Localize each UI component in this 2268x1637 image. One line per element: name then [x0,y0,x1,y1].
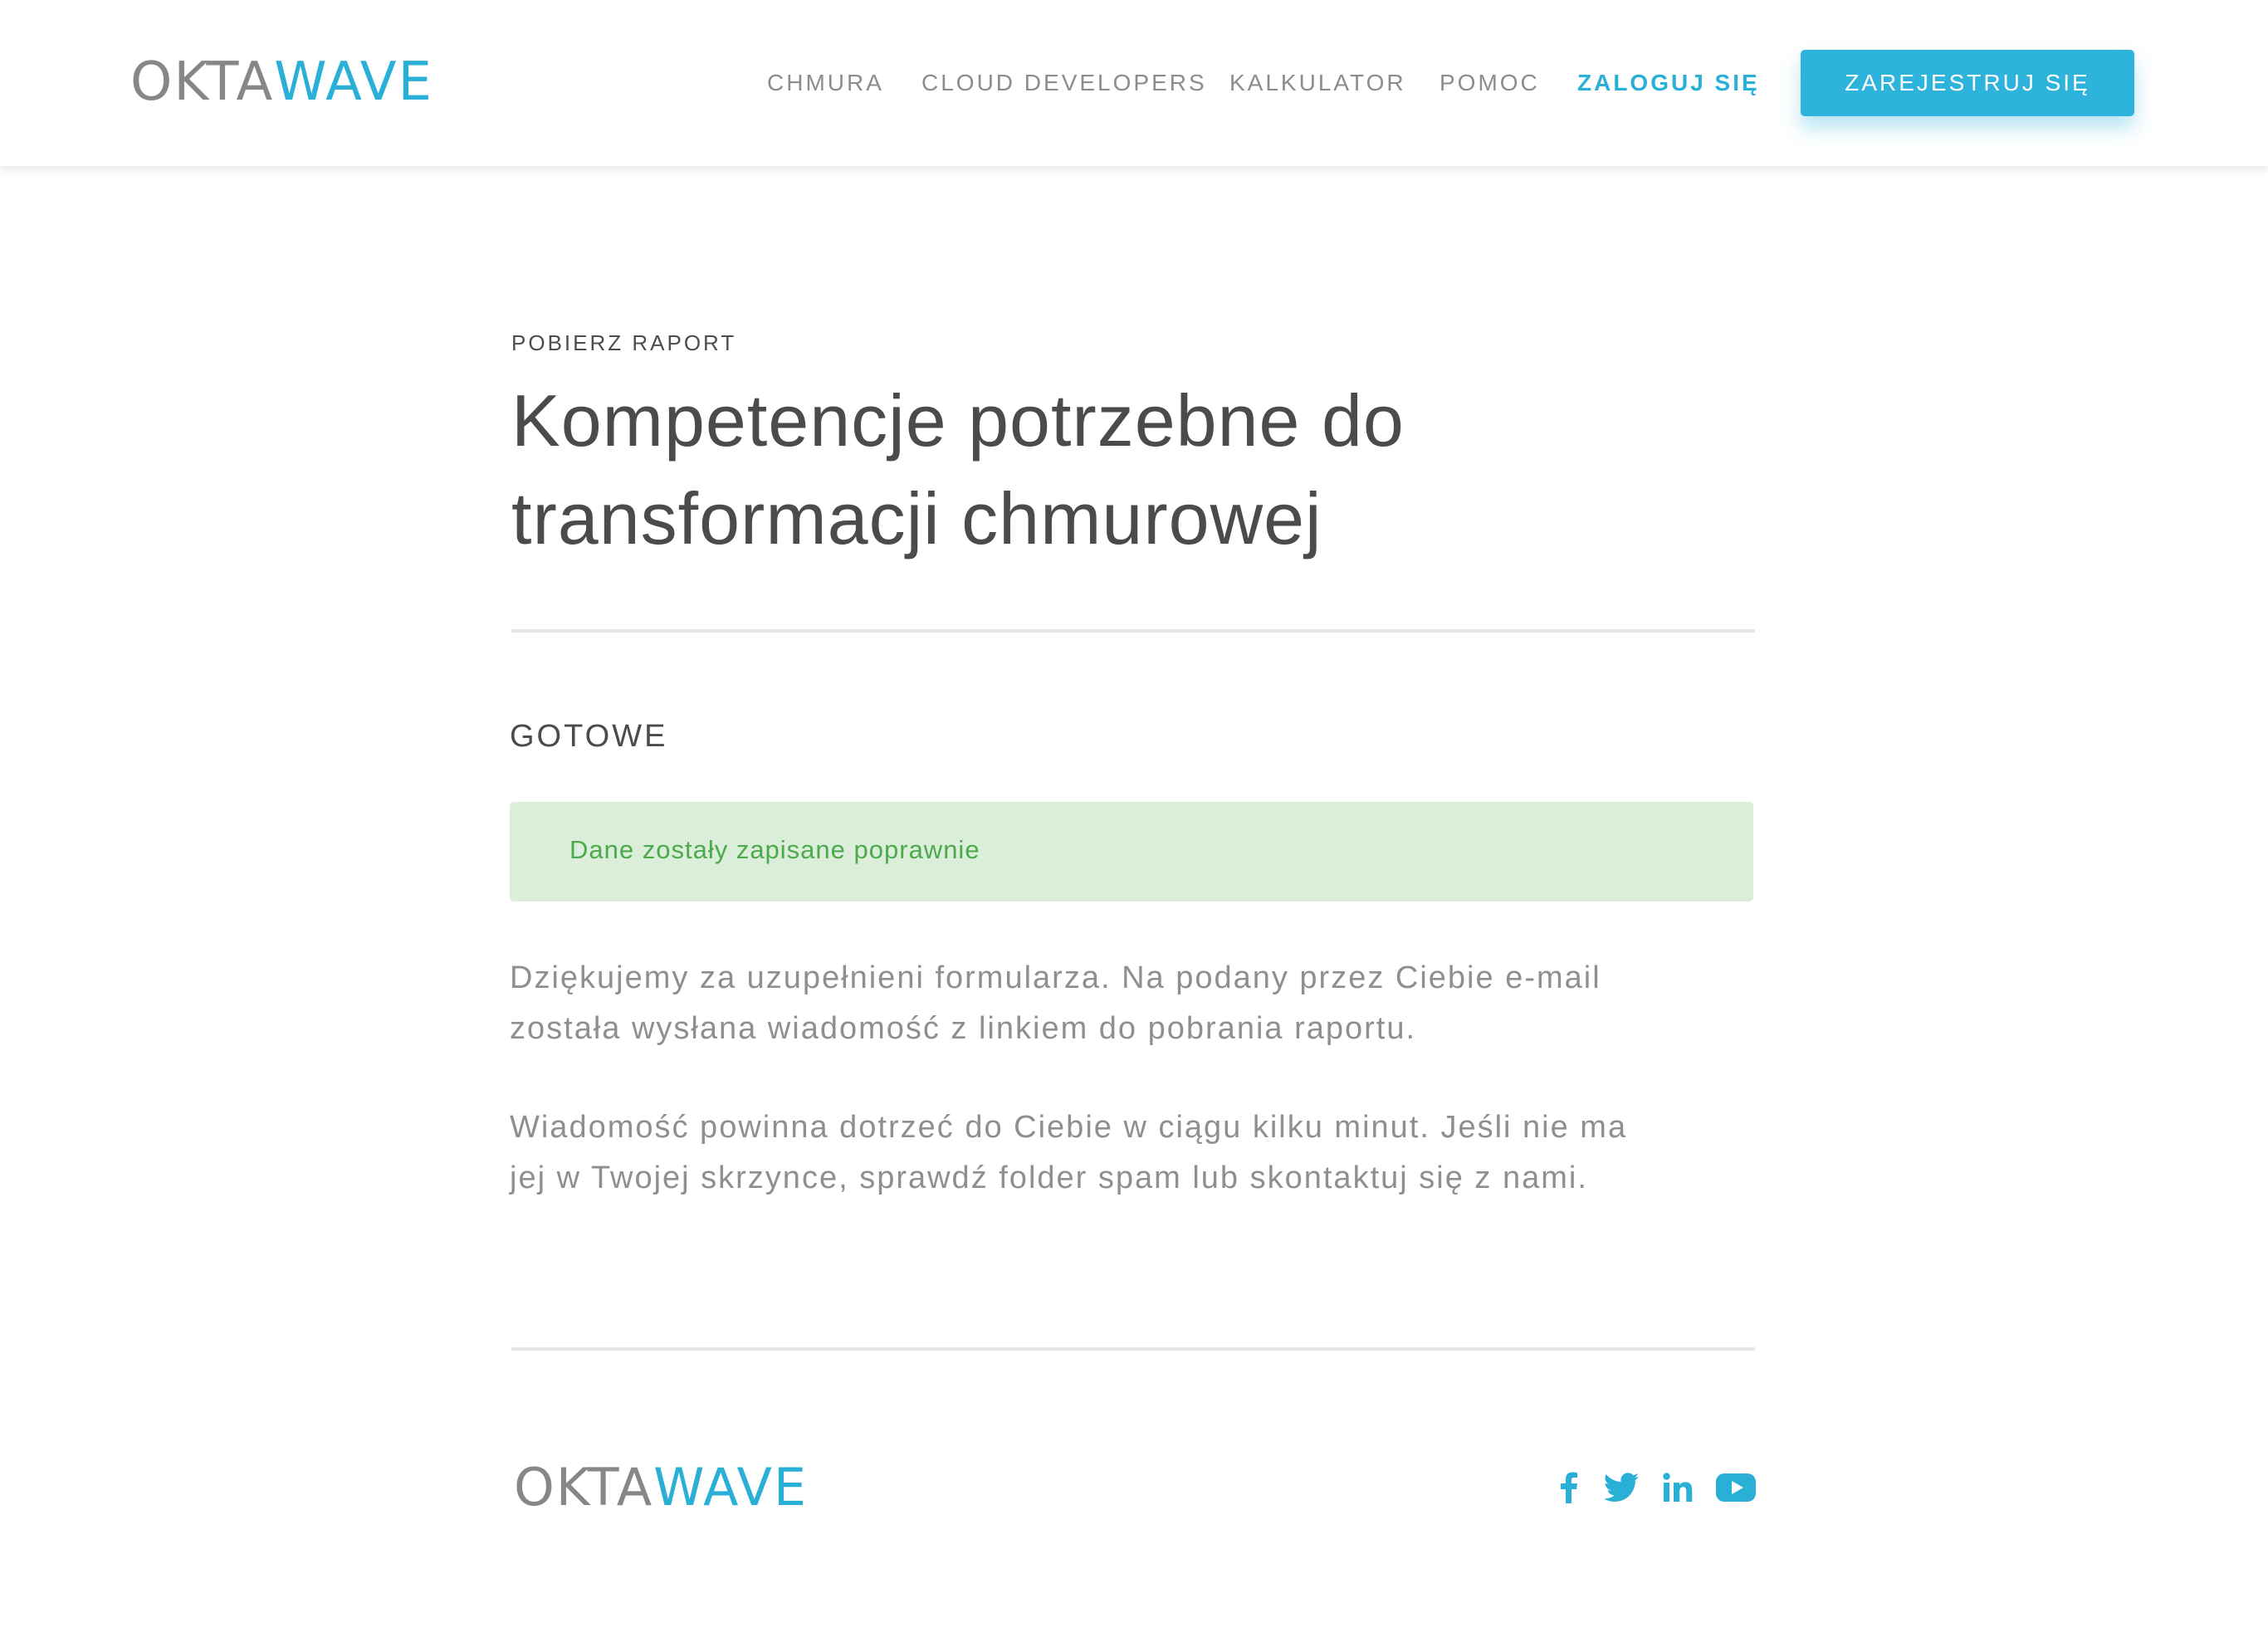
footer-logo-text-okta: OKTA [514,1457,654,1517]
status-heading: GOTOWE [510,719,668,754]
confirmation-line-1: Dziękujemy za uzupełnieni formularza. Na… [510,960,1601,995]
nav-login[interactable]: ZALOGUJ SIĘ [1577,66,1760,100]
nav-chmura[interactable]: CHMURA [767,66,884,100]
youtube-link[interactable] [1715,1469,1757,1506]
footer-divider [511,1347,1755,1351]
linkedin-link[interactable] [1662,1469,1694,1506]
footer-logo-text-wave: WAVE [653,1457,809,1517]
facebook-link[interactable] [1559,1469,1579,1506]
nav-pomoc[interactable]: POMOC [1439,66,1540,100]
confirmation-paragraph: Dziękujemy za uzupełnieni formularza. Na… [510,953,1788,1054]
site-header: OKTA WAVE CHMURA CLOUD DEVELOPERS KALKULA… [0,0,2268,166]
facebook-icon [1561,1472,1577,1503]
page-title-line-1: Kompetencje potrzebne do [511,379,1405,462]
spam-note-line-1: Wiadomość powinna dotrzeć do Ciebie w ci… [510,1110,1628,1145]
confirmation-line-2: została wysłana wiadomość z linkiem do p… [510,1011,1417,1046]
footer-oktawave-logo[interactable]: OKTA WAVE [514,1457,809,1517]
oktawave-logo[interactable]: OKTA WAVE [130,51,433,113]
logo-text-okta: OKTA [130,51,275,113]
page-title: Kompetencje potrzebne do transformacji c… [511,372,1757,568]
twitter-icon [1605,1473,1639,1502]
linkedin-icon [1663,1473,1693,1502]
logo-text-wave: WAVE [274,51,433,113]
youtube-icon [1716,1473,1756,1502]
top-divider [511,629,1755,633]
nav-cloud-developers[interactable]: CLOUD DEVELOPERS [921,66,1207,100]
spam-note-line-2: jej w Twojej skrzynce, sprawdź folder sp… [510,1161,1588,1195]
success-alert: Dane zostały zapisane poprawnie [510,802,1753,902]
success-alert-text: Dane zostały zapisane poprawnie [569,835,980,864]
page-title-line-2: transformacji chmurowej [511,477,1322,560]
nav-kalkulator[interactable]: KALKULATOR [1229,66,1406,100]
spam-note-paragraph: Wiadomość powinna dotrzeć do Ciebie w ci… [510,1102,1788,1204]
twitter-link[interactable] [1604,1469,1640,1506]
register-button[interactable]: ZAREJESTRUJ SIĘ [1801,50,2134,116]
page-eyebrow: POBIERZ RAPORT [511,330,737,355]
